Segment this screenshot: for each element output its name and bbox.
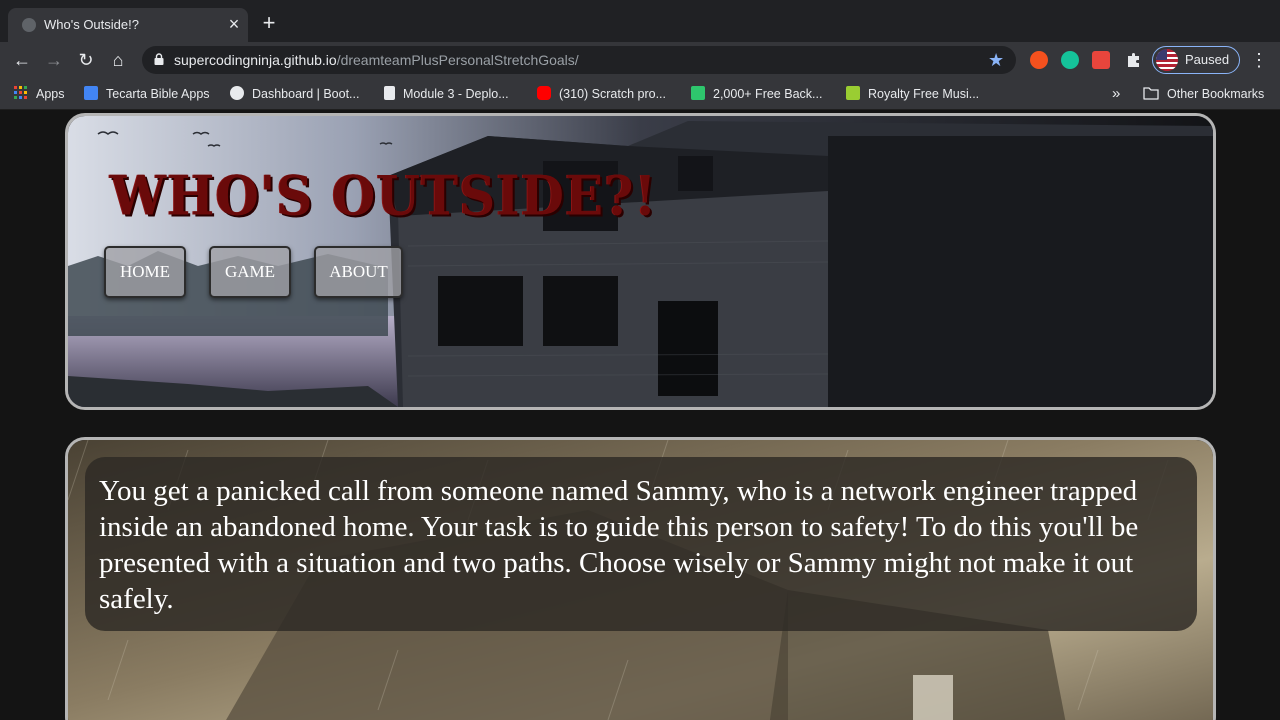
reload-button[interactable]: ↻ [76,50,96,70]
story-panel: You get a panicked call from someone nam… [65,437,1216,720]
tab-title: Who's Outside!? [44,17,139,32]
bookmark-apps[interactable]: Apps [14,85,65,103]
browser-tab-bar: Who's Outside!? × + [0,0,1280,42]
profile-status: Paused [1185,52,1230,67]
globe-icon [22,18,36,32]
other-bookmarks[interactable]: Other Bookmarks [1143,85,1264,103]
story-intro-text: You get a panicked call from someone nam… [99,475,1139,615]
bensound-icon [846,86,860,100]
bookmark-music[interactable]: Royalty Free Musi... [846,85,979,103]
extensions-puzzle-icon[interactable] [1125,51,1143,69]
bookmarks-overflow-icon[interactable]: » [1112,85,1120,103]
bookmark-tecarta[interactable]: Tecarta Bible Apps [84,85,210,103]
back-button[interactable]: ← [12,50,32,70]
bookmark-star-icon[interactable]: ★ [988,49,1004,71]
bookmark-backgrounds[interactable]: 2,000+ Free Back... [691,85,822,103]
browser-menu-icon[interactable]: ⋮ [1250,49,1268,71]
folder-icon [1143,87,1159,100]
story-text-box: You get a panicked call from someone nam… [85,457,1197,631]
avatar [1156,49,1178,71]
notebook-icon [384,86,395,100]
new-tab-button[interactable]: + [258,12,280,35]
apps-grid-icon [14,86,27,99]
header-banner: WHO'S OUTSIDE?! HOME GAME ABOUT [65,113,1216,410]
grammarly-icon[interactable] [1061,51,1079,69]
address-bar[interactable]: supercodingninja.github.io/dreamteamPlus… [142,46,1016,74]
browser-tab[interactable]: Who's Outside!? × [8,8,248,42]
lock-icon [154,53,164,65]
bookmark-scratch[interactable]: (310) Scratch pro... [537,85,666,103]
home-button[interactable]: ⌂ [108,50,128,70]
bookmarks-bar: Apps Tecarta Bible Apps Dashboard | Boot… [0,78,1280,110]
browser-toolbar: ← → ↻ ⌂ supercodingninja.github.io/dream… [0,42,1280,78]
nav-game-button[interactable]: GAME [209,246,291,298]
url-text: supercodingninja.github.io/dreamteamPlus… [174,52,579,68]
globe-icon [230,86,244,100]
forward-button[interactable]: → [44,50,64,70]
nav-home-button[interactable]: HOME [104,246,186,298]
nav-about-button[interactable]: ABOUT [314,246,403,298]
profile-button[interactable]: Paused [1152,46,1240,74]
extension-video-icon[interactable] [1092,51,1110,69]
bookmark-dashboard[interactable]: Dashboard | Boot... [230,85,359,103]
youtube-icon [537,86,551,100]
tecarta-icon [84,86,98,100]
site-title: WHO'S OUTSIDE?! [110,163,658,228]
pixabay-icon [691,86,705,100]
bookmark-module3[interactable]: Module 3 - Deplo... [384,85,509,103]
extension-flame-icon[interactable] [1030,51,1048,69]
close-tab-icon[interactable]: × [224,14,244,34]
web-page: WHO'S OUTSIDE?! HOME GAME ABOUT You get … [0,111,1280,720]
